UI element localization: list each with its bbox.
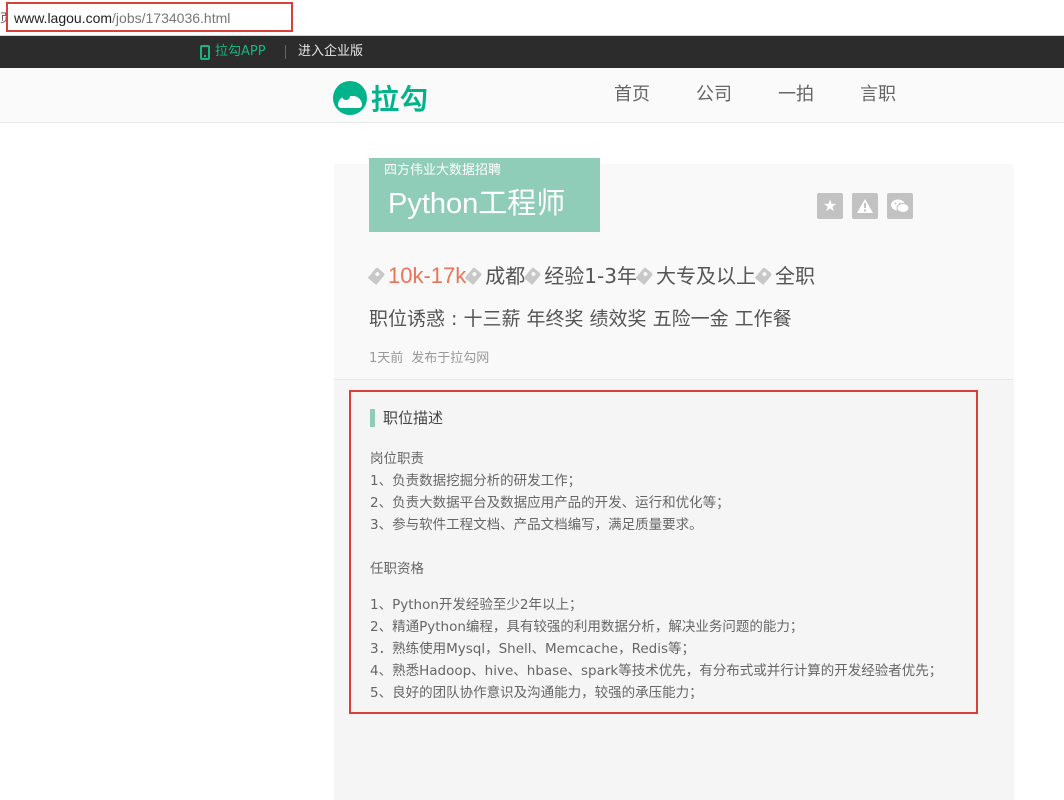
salary: 10k-17k: [388, 263, 467, 288]
education: 大专及以上: [655, 264, 756, 288]
app-download-link[interactable]: 拉勾APP: [200, 36, 266, 68]
page-favicon-icon: 页: [0, 10, 6, 26]
section-marker: [370, 409, 375, 427]
publish-source: 发布于拉勾网: [411, 351, 490, 366]
experience: 经验1-3年: [544, 264, 637, 288]
nav-home[interactable]: 首页: [614, 83, 650, 107]
url-path: /jobs/1734036.html: [112, 10, 231, 26]
logo-icon: [333, 81, 367, 115]
requirement-line: 1、Python开发经验至少2年以上；: [370, 597, 583, 613]
url-host: www.lagou.com: [14, 10, 113, 26]
tag-icon: [754, 267, 773, 285]
description-title: 职位描述: [383, 409, 444, 427]
job-actions: ★: [817, 193, 913, 219]
job-title-box: 四方伟业大数据招聘 Python工程师: [369, 158, 600, 232]
requirement-line: 4、熟悉Hadoop、hive、hbase、spark等技术优先，有分布式或并行…: [370, 663, 943, 679]
site-header: 拉勾 首页 公司 一拍 言职: [0, 68, 1064, 123]
warning-icon[interactable]: [852, 193, 878, 219]
job-description: 职位描述 岗位职责 1、负责数据挖掘分析的研发工作； 2、负责大数据平台及数据应…: [349, 390, 978, 714]
tag-icon: [524, 267, 542, 285]
requirement-line: 3．熟练使用Mysql，Shell、Memcache，Redis等；: [370, 641, 696, 657]
duty-line: 2、负责大数据平台及数据应用产品的开发、运行和优化等；: [370, 495, 730, 511]
nav-yipai[interactable]: 一拍: [778, 83, 814, 107]
nav-companies[interactable]: 公司: [696, 83, 732, 107]
duties-heading: 岗位职责: [370, 451, 424, 467]
company-name[interactable]: 四方伟业大数据招聘: [384, 163, 501, 179]
duty-line: 3、参与软件工程文档、产品文档编写，满足质量要求。: [370, 517, 703, 533]
app-link-label: 拉勾APP: [215, 44, 266, 59]
browser-address-bar[interactable]: 页 www.lagou.com/jobs/1734036.html: [0, 0, 1064, 36]
topbar-divider: [285, 45, 286, 59]
logo-text: 拉勾: [371, 83, 430, 116]
nav-yanzhi[interactable]: 言职: [860, 83, 896, 107]
requirement-line: 5、良好的团队协作意识及沟通能力，较强的承压能力；: [370, 685, 703, 701]
duty-line: 1、负责数据挖掘分析的研发工作；: [370, 473, 582, 489]
description-body: 岗位职责 1、负责数据挖掘分析的研发工作； 2、负责大数据平台及数据应用产品的开…: [370, 448, 942, 704]
star-icon[interactable]: ★: [817, 193, 843, 219]
job-perks: 职位诱惑 : 十三薪 年终奖 绩效奖 五险一金 工作餐: [369, 308, 792, 330]
job-requirements-line: 10k-17k 成都 经验1-3年 大专及以上 全职: [367, 262, 815, 290]
publish-info: 1天前 发布于拉勾网: [369, 350, 489, 368]
enterprise-link[interactable]: 进入企业版: [298, 36, 363, 68]
wechat-icon[interactable]: [887, 193, 913, 219]
tag-icon: [465, 267, 483, 285]
job-summary: 四方伟业大数据招聘 Python工程师 ★ 10k-17k 成都 经验1-3年 …: [334, 158, 1014, 380]
phone-icon: [200, 44, 210, 60]
description-header: 职位描述: [370, 408, 443, 428]
city: 成都: [485, 264, 526, 288]
logo[interactable]: 拉勾: [333, 78, 429, 118]
requirements-heading: 任职资格: [370, 561, 424, 577]
tag-icon: [635, 267, 654, 285]
requirement-line: 2、精通Python编程，具有较强的利用数据分析，解决业务问题的能力；: [370, 619, 804, 635]
job-title: Python工程师: [388, 188, 566, 220]
top-bar: 拉勾APP 进入企业版: [0, 36, 1064, 68]
publish-time: 1天前: [369, 351, 404, 366]
url-text[interactable]: www.lagou.com/jobs/1734036.html: [14, 9, 230, 27]
tag-icon: [367, 267, 386, 285]
job-type: 全职: [774, 264, 815, 288]
